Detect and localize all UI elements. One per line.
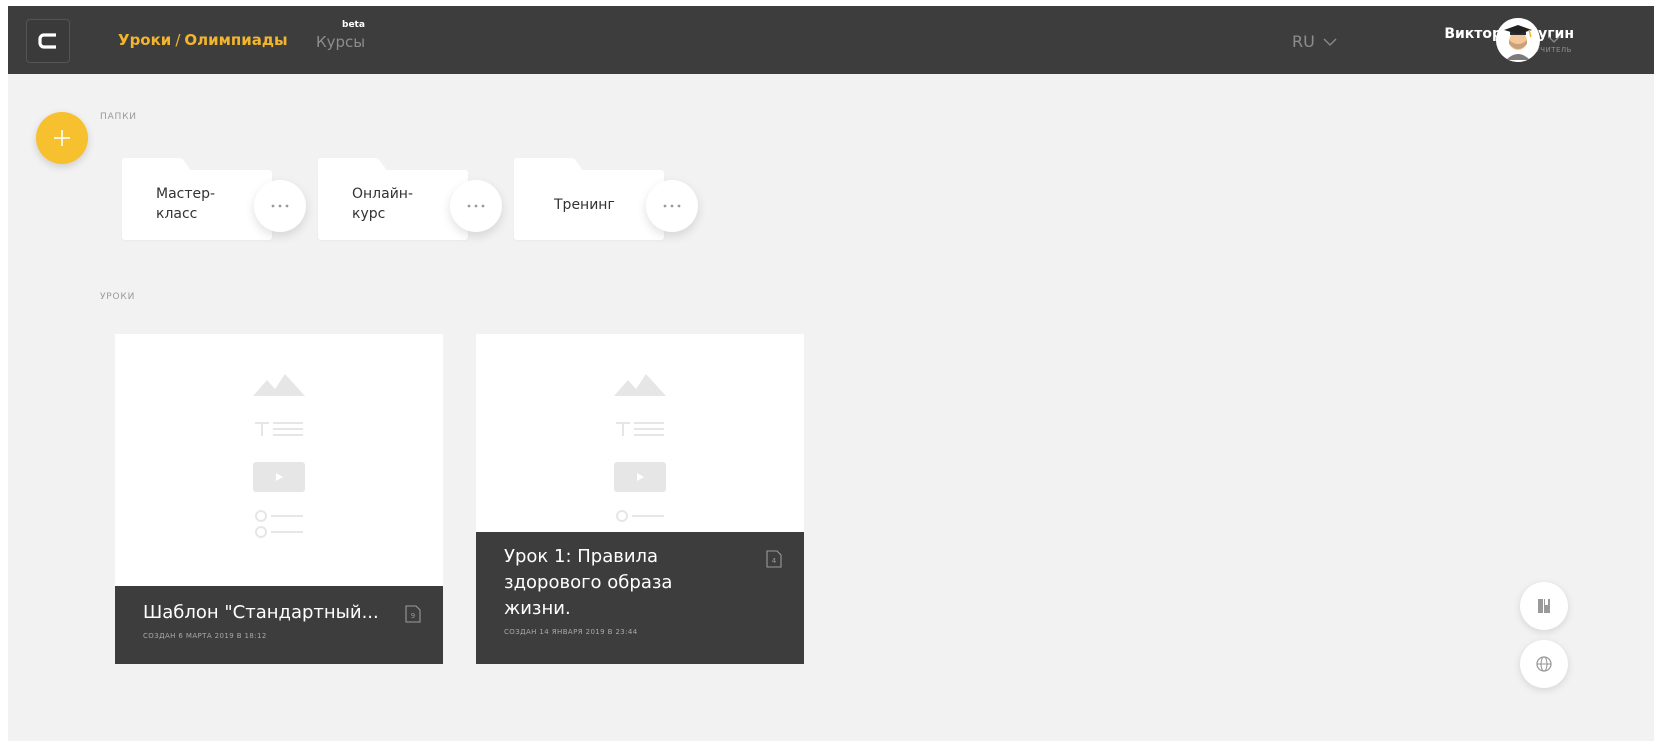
more-dots-icon [663, 204, 681, 208]
lesson-card-footer: Шаблон "Стандартный... СОЗДАН 6 МАРТА 20… [115, 586, 443, 664]
lesson-card[interactable]: Шаблон "Стандартный... СОЗДАН 6 МАРТА 20… [115, 334, 443, 664]
app-frame: Уроки / Олимпиады Курсы beta RU Виктор Кал… [8, 6, 1654, 741]
nav-lessons-olympiads[interactable]: Уроки / Олимпиады [118, 31, 288, 49]
nav-lessons-link[interactable]: Уроки [118, 31, 171, 49]
chevron-down-icon [1323, 38, 1337, 46]
page-count-text: 4 [772, 557, 777, 565]
folder-name: Мастер- класс [156, 186, 216, 222]
more-dots-icon [271, 204, 289, 208]
top-bar: Уроки / Олимпиады Курсы beta RU Виктор Кал… [8, 6, 1654, 74]
lesson-title: Урок 1: Правила здорового образа жизни. [504, 546, 673, 619]
language-selector[interactable]: RU [1292, 32, 1337, 51]
nav-separator: / [175, 31, 181, 49]
logo-icon [38, 33, 56, 49]
lesson-title: Шаблон "Стандартный... [143, 602, 379, 623]
lesson-created-date: СОЗДАН 6 МАРТА 2019 В 18:12 [143, 632, 267, 640]
folder-online-course[interactable]: Онлайн- курс [318, 158, 514, 240]
lesson-card[interactable]: Урок 1: Правила здорового образа жизни. … [476, 334, 804, 664]
folders-section-label: папки [100, 112, 137, 122]
avatar[interactable] [1496, 18, 1540, 62]
folder-master-class[interactable]: Мастер- класс [122, 158, 318, 240]
lesson-card-footer: Урок 1: Правила здорового образа жизни. … [476, 532, 804, 664]
folder-more-button[interactable] [254, 180, 306, 232]
user-role: учитель [1535, 46, 1572, 54]
lessons-section-label: уроки [100, 292, 136, 302]
chevron-down-icon[interactable] [1548, 36, 1560, 44]
plus-icon [54, 130, 70, 146]
teacher-avatar-icon [1496, 18, 1540, 62]
page-count-icon: 9 [405, 605, 421, 623]
globe-icon [1536, 656, 1552, 672]
nav-courses-link[interactable]: Курсы [316, 33, 365, 51]
lesson-placeholder-icon [253, 374, 305, 538]
language-label: RU [1292, 32, 1315, 51]
beta-badge: beta [342, 20, 365, 30]
app-logo[interactable] [26, 19, 70, 63]
lesson-placeholder-icon [614, 374, 666, 522]
globe-button[interactable] [1520, 640, 1568, 688]
nav-olympiads-link[interactable]: Олимпиады [184, 31, 287, 49]
lesson-created-date: СОЗДАН 14 ЯНВАРЯ 2019 В 23:44 [504, 628, 638, 636]
page-count-text: 9 [411, 612, 415, 620]
bookmark-button[interactable] [1520, 582, 1568, 630]
folder-training[interactable]: Тренинг [514, 158, 710, 240]
folder-more-button[interactable] [646, 180, 698, 232]
add-button[interactable] [36, 112, 88, 164]
more-dots-icon [467, 204, 485, 208]
page-count-icon: 4 [766, 550, 782, 568]
folder-more-button[interactable] [450, 180, 502, 232]
folder-name: Онлайн- курс [352, 186, 414, 222]
bookmark-icon [1538, 599, 1550, 613]
